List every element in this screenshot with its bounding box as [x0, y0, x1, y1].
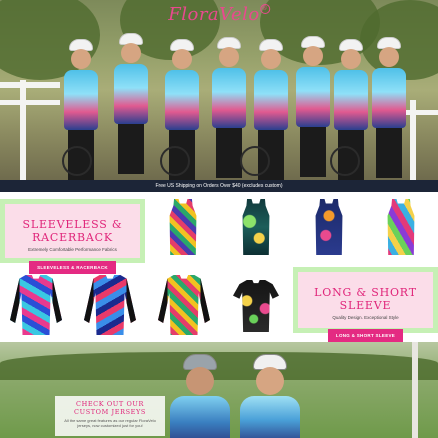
sleeveless-promo-title: SLEEVELESS & RACERBACK — [22, 218, 123, 244]
bike-wheel — [160, 146, 190, 176]
sleeveless-racerback-button[interactable]: SLEEVELESS & RACERBACK — [29, 261, 116, 274]
jersey-image — [84, 275, 136, 335]
product-long-sleeve-jersey[interactable] — [158, 275, 210, 335]
custom-jerseys-banner: CHECK OUT OUR CUSTOM JERSEYS All the sam… — [0, 342, 438, 438]
cyclist-back — [170, 354, 230, 438]
bike-wheel — [240, 146, 270, 176]
sleeve-promo-subtitle: Quality Design. Exceptional Style — [332, 315, 399, 320]
jersey-image — [387, 199, 415, 255]
sleeve-promo: LONG & SHORT SLEEVE Quality Design. Exce… — [293, 267, 438, 342]
product-long-sleeve-jersey[interactable] — [84, 275, 136, 335]
jersey-image — [10, 275, 62, 335]
custom-title-line2: CUSTOM JERSEYS — [74, 408, 146, 416]
product-sleeveless-jersey[interactable] — [309, 199, 349, 255]
product-sleeveless-jersey[interactable] — [163, 199, 203, 255]
bike-wheel — [62, 146, 92, 176]
custom-text-line2: jerseys, now customized just for you! — [77, 423, 143, 428]
long-short-sleeve-button[interactable]: LONG & SHORT SLEEVE — [327, 329, 404, 342]
hero-rider — [370, 37, 408, 178]
product-sleeveless-jersey[interactable] — [381, 199, 421, 255]
product-sleeveless-jersey[interactable] — [236, 199, 276, 255]
hero-rider — [112, 33, 150, 174]
jersey-image — [158, 275, 210, 335]
shipping-banner-text: Free US Shipping on Orders Over $40 (exc… — [155, 183, 283, 189]
product-long-sleeve-jersey[interactable] — [10, 275, 62, 335]
cyclist-front — [240, 354, 300, 438]
shipping-banner: Free US Shipping on Orders Over $40 (exc… — [0, 180, 438, 192]
product-short-sleeve-jersey[interactable] — [233, 280, 279, 332]
sleeveless-promo: SLEEVELESS & RACERBACK Extremely Comfort… — [0, 199, 145, 274]
jersey-image — [315, 199, 343, 255]
sleeveless-promo-subtitle: Extremely Comfortable Performance Fabric… — [28, 247, 117, 252]
hero-banner: FloraVelo ® — [0, 0, 438, 180]
sleeve-promo-title: LONG & SHORT SLEEVE — [314, 286, 417, 312]
hero-fence-rail — [0, 82, 60, 88]
bottom-pole — [412, 342, 418, 438]
hero-fence-post — [410, 100, 416, 180]
jersey-image — [169, 199, 197, 255]
hero-rider — [294, 36, 332, 177]
brand-logo[interactable]: FloraVelo ® — [168, 4, 270, 25]
hero-fence-rail — [0, 100, 60, 105]
hero-fence-post — [20, 80, 26, 180]
custom-jerseys-callout[interactable]: CHECK OUT OUR CUSTOM JERSEYS All the sam… — [55, 396, 165, 436]
brand-logo-text: FloraVelo — [168, 4, 260, 25]
registered-mark-icon: ® — [259, 4, 270, 14]
bike-wheel — [330, 146, 360, 176]
jersey-image — [233, 280, 279, 332]
custom-title-line1: CHECK OUT OUR — [76, 400, 144, 408]
jersey-image — [242, 199, 270, 255]
